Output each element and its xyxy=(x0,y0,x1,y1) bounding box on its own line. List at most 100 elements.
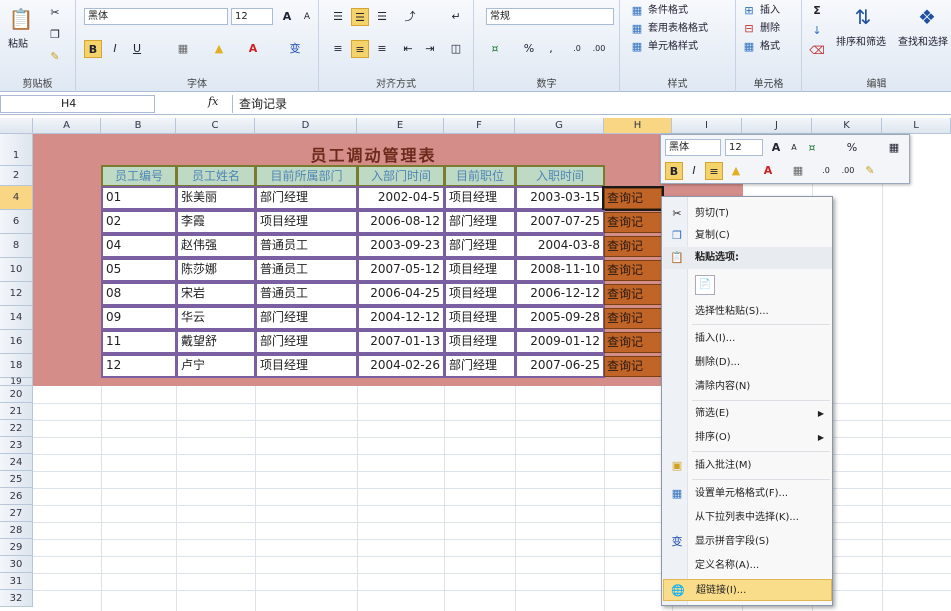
menu-item-filter[interactable]: 筛选(E) ▶ xyxy=(663,403,832,425)
comma-button[interactable]: , xyxy=(542,40,560,58)
align-top-icon[interactable]: ☰ xyxy=(329,8,347,26)
row-header[interactable]: 27 xyxy=(0,505,33,522)
table-cell[interactable]: 赵伟强 xyxy=(176,234,256,258)
table-cell[interactable]: 2003-03-15 xyxy=(515,186,605,210)
align-bottom-icon[interactable]: ☰ xyxy=(373,8,391,26)
row-header[interactable]: 19 xyxy=(0,378,33,387)
table-cell[interactable]: 李霞 xyxy=(176,210,256,234)
menu-item-show-phonetic[interactable]: 变显示拼音字段(S) xyxy=(663,531,832,553)
fill-icon[interactable]: ↓ xyxy=(808,22,826,40)
row-header[interactable]: 21 xyxy=(0,403,33,420)
table-cell[interactable]: 2006-04-25 xyxy=(357,282,445,306)
table-cell[interactable]: 华云 xyxy=(176,306,256,330)
sort-filter-button[interactable]: 排序和筛选 xyxy=(836,34,886,52)
select-all-corner[interactable] xyxy=(0,118,33,134)
copy-icon[interactable]: ❐ xyxy=(46,26,64,44)
table-cell[interactable]: 12 xyxy=(101,354,177,378)
table-cell[interactable]: 普通员工 xyxy=(255,282,358,306)
increase-decimal-icon[interactable]: .0 xyxy=(568,40,586,58)
query-record-cell[interactable]: 查询记 xyxy=(604,332,662,353)
query-record-cell[interactable]: 查询记 xyxy=(604,308,662,329)
table-cell[interactable]: 部门经理 xyxy=(444,234,516,258)
table-cell[interactable]: 宋岩 xyxy=(176,282,256,306)
mini-decrease-decimal-icon[interactable]: .00 xyxy=(839,162,857,180)
function-icon[interactable]: fx xyxy=(208,95,218,108)
font-size-select[interactable]: 12 xyxy=(231,8,273,25)
column-header-k[interactable]: K xyxy=(812,118,882,134)
table-cell[interactable]: 02 xyxy=(101,210,177,234)
row-header[interactable]: 26 xyxy=(0,488,33,505)
table-cell[interactable]: 戴望舒 xyxy=(176,330,256,354)
column-header-f[interactable]: F xyxy=(444,118,515,134)
menu-item-define-name[interactable]: 定义名称(A)... xyxy=(663,555,832,577)
paste-button[interactable]: 粘贴 xyxy=(8,36,28,54)
shrink-font-button[interactable]: A xyxy=(298,8,316,26)
mini-percent-button[interactable]: % xyxy=(843,139,861,157)
table-cell[interactable]: 08 xyxy=(101,282,177,306)
table-cell[interactable]: 普通员工 xyxy=(255,258,358,282)
border-icon[interactable]: ▦ xyxy=(174,40,192,58)
table-cell[interactable]: 项目经理 xyxy=(444,282,516,306)
fill-color-icon[interactable]: ▲ xyxy=(210,40,228,58)
table-cell[interactable]: 项目经理 xyxy=(444,330,516,354)
menu-item-hyperlink[interactable]: 🌐 超链接(I)... xyxy=(663,579,832,601)
cut-icon[interactable]: ✂ xyxy=(46,4,64,22)
menu-item-insert[interactable]: 插入(I)... xyxy=(663,328,832,350)
mini-format-painter-icon[interactable]: ✎ xyxy=(861,162,879,180)
table-cell[interactable]: 04 xyxy=(101,234,177,258)
align-left-icon[interactable]: ≡ xyxy=(329,40,347,58)
row-header[interactable]: 22 xyxy=(0,420,33,437)
menu-item-insert-comment[interactable]: ▣ 插入批注(M) xyxy=(663,455,832,477)
row-header[interactable]: 29 xyxy=(0,539,33,556)
mini-center-icon[interactable]: ≡ xyxy=(705,162,723,180)
query-record-cell[interactable]: 查询记 xyxy=(604,212,662,233)
header-cell[interactable]: 目前所属部门 xyxy=(255,165,358,187)
grow-font-button[interactable]: A xyxy=(278,8,296,26)
insert-button[interactable]: 插入 xyxy=(760,2,780,20)
underline-button[interactable]: U xyxy=(128,40,146,58)
header-cell[interactable]: 入职时间 xyxy=(515,165,605,187)
table-cell[interactable]: 陈莎娜 xyxy=(176,258,256,282)
row-header[interactable]: 31 xyxy=(0,573,33,590)
column-header-d[interactable]: D xyxy=(255,118,357,134)
cell-style-button[interactable]: 单元格样式 xyxy=(648,38,698,56)
row-header[interactable]: 32 xyxy=(0,590,33,607)
row-header[interactable]: 4 xyxy=(0,186,33,210)
table-cell[interactable]: 部门经理 xyxy=(255,330,358,354)
table-cell[interactable]: 05 xyxy=(101,258,177,282)
mini-border-icon[interactable]: ▦ xyxy=(789,162,807,180)
table-cell[interactable]: 2007-07-25 xyxy=(515,210,605,234)
mini-fill-color-icon[interactable]: ▲ xyxy=(727,162,745,180)
row-header[interactable]: 24 xyxy=(0,454,33,471)
row-header[interactable]: 16 xyxy=(0,330,33,354)
query-record-cell[interactable]: 查询记 xyxy=(602,186,664,211)
table-cell[interactable]: 普通员工 xyxy=(255,234,358,258)
table-cell[interactable]: 2009-01-12 xyxy=(515,330,605,354)
table-cell[interactable]: 2002-04-5 xyxy=(357,186,445,210)
merge-center-icon[interactable]: ◫ xyxy=(447,40,465,58)
table-cell[interactable]: 2004-02-26 xyxy=(357,354,445,378)
name-box[interactable]: H4 xyxy=(0,95,155,113)
table-cell[interactable]: 卢宁 xyxy=(176,354,256,378)
bold-button[interactable]: B xyxy=(84,40,102,58)
row-header[interactable]: 23 xyxy=(0,437,33,454)
row-header[interactable]: 1 xyxy=(0,134,33,166)
menu-item-format-cells[interactable]: ▦ 设置单元格格式(F)... xyxy=(663,483,832,505)
row-header[interactable]: 18 xyxy=(0,354,33,378)
query-record-cell[interactable]: 查询记 xyxy=(604,356,662,377)
conditional-format-button[interactable]: 条件格式 xyxy=(648,2,688,20)
formula-input[interactable]: 查询记录 xyxy=(232,95,951,113)
table-cell[interactable]: 01 xyxy=(101,186,177,210)
format-button[interactable]: 格式 xyxy=(760,38,780,56)
header-cell[interactable]: 员工姓名 xyxy=(176,165,256,187)
clear-icon[interactable]: ⌫ xyxy=(808,42,826,60)
delete-button[interactable]: 删除 xyxy=(760,20,780,38)
menu-item-clear-contents[interactable]: 清除内容(N) xyxy=(663,376,832,398)
mini-grow-font-icon[interactable]: A xyxy=(767,139,785,157)
query-record-cell[interactable]: 查询记 xyxy=(604,284,662,305)
table-cell[interactable]: 11 xyxy=(101,330,177,354)
increase-indent-icon[interactable]: ⇥ xyxy=(421,40,439,58)
column-header-c[interactable]: C xyxy=(176,118,255,134)
mini-shrink-font-icon[interactable]: A xyxy=(785,139,803,157)
italic-button[interactable]: I xyxy=(106,40,124,58)
